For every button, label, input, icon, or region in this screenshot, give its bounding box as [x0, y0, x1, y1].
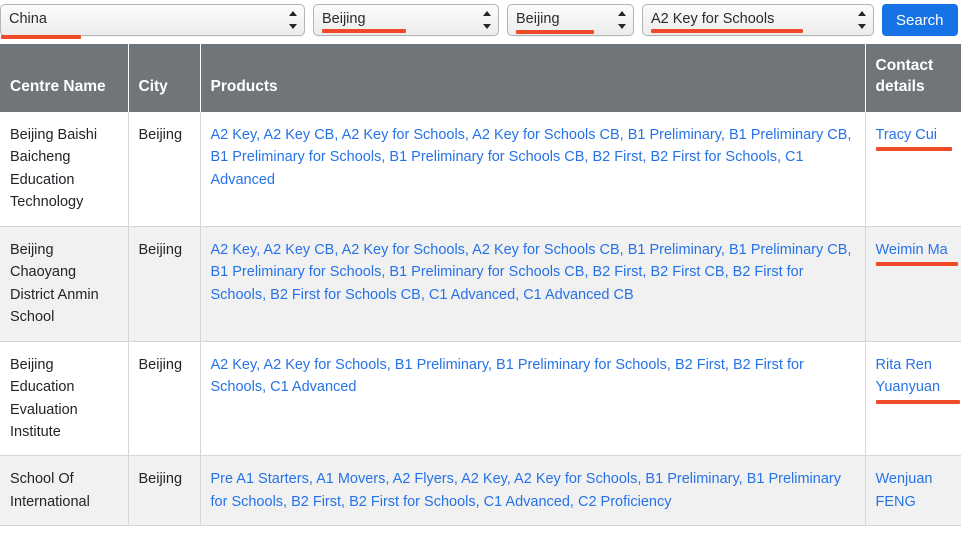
filter-bar: China Beijing Beijing A2 Key for Schools… [0, 0, 961, 44]
table-row: Beijing Baishi Baicheng Education Techno… [0, 112, 961, 226]
cell-centre-name: School Of International [0, 456, 128, 526]
cell-centre-name: Beijing Chaoyang District Anmin School [0, 226, 128, 341]
country-select-value: China [9, 12, 47, 27]
cell-centre-name: Beijing Education Evaluation Institute [0, 341, 128, 456]
table-row: Beijing Education Evaluation InstituteBe… [0, 341, 961, 456]
cell-products[interactable]: A2 Key, A2 Key CB, A2 Key for Schools, A… [200, 226, 865, 341]
chevron-updown-icon[interactable] [288, 11, 297, 29]
annotation-underline-contact [876, 400, 960, 404]
results-table-head: Centre Name City Products Contact detail… [0, 44, 961, 112]
contact-link[interactable]: Weimin Ma [876, 242, 948, 258]
cell-products[interactable]: A2 Key, A2 Key CB, A2 Key for Schools, A… [200, 112, 865, 226]
region-select-value: Beijing [322, 12, 366, 27]
table-header-row: Centre Name City Products Contact detail… [0, 44, 961, 112]
search-button[interactable]: Search [882, 4, 958, 36]
country-select[interactable]: China [0, 4, 305, 36]
column-header-city: City [128, 44, 200, 112]
cell-centre-name: Beijing Baishi Baicheng Education Techno… [0, 112, 128, 226]
table-row: School Of InternationalBeijingPre A1 Sta… [0, 456, 961, 526]
chevron-updown-icon[interactable] [482, 11, 491, 29]
annotation-underline-region [322, 29, 406, 33]
cell-contact[interactable]: Wenjuan FENG [865, 456, 961, 526]
cell-contact[interactable]: Weimin Ma [865, 226, 961, 341]
annotation-underline-contact [876, 147, 952, 151]
annotation-underline-country [1, 35, 81, 39]
contact-link[interactable]: Wenjuan FENG [876, 471, 933, 509]
city-select[interactable]: Beijing [507, 4, 634, 36]
column-header-contact: Contact details [865, 44, 961, 112]
contact-link[interactable]: Rita Ren Yuanyuan [876, 357, 941, 395]
cell-contact[interactable]: Tracy Cui [865, 112, 961, 226]
cell-products[interactable]: A2 Key, A2 Key for Schools, B1 Prelimina… [200, 341, 865, 456]
annotation-underline-product [651, 29, 803, 33]
results-table-body: Beijing Baishi Baicheng Education Techno… [0, 112, 961, 526]
cell-contact[interactable]: Rita Ren Yuanyuan [865, 341, 961, 456]
chevron-updown-icon[interactable] [617, 11, 626, 29]
column-header-centre-name: Centre Name [0, 44, 128, 112]
results-table: Centre Name City Products Contact detail… [0, 44, 961, 526]
cell-city: Beijing [128, 456, 200, 526]
column-header-products: Products [200, 44, 865, 112]
chevron-updown-icon[interactable] [857, 11, 866, 29]
cell-products[interactable]: Pre A1 Starters, A1 Movers, A2 Flyers, A… [200, 456, 865, 526]
product-select-value: A2 Key for Schools [651, 12, 774, 27]
annotation-underline-contact [876, 262, 958, 266]
city-select-value: Beijing [516, 12, 560, 27]
cell-city: Beijing [128, 341, 200, 456]
cell-city: Beijing [128, 112, 200, 226]
table-row: Beijing Chaoyang District Anmin SchoolBe… [0, 226, 961, 341]
region-select[interactable]: Beijing [313, 4, 499, 36]
product-select[interactable]: A2 Key for Schools [642, 4, 874, 36]
cell-city: Beijing [128, 226, 200, 341]
contact-link[interactable]: Tracy Cui [876, 127, 938, 143]
annotation-underline-city [516, 30, 594, 34]
